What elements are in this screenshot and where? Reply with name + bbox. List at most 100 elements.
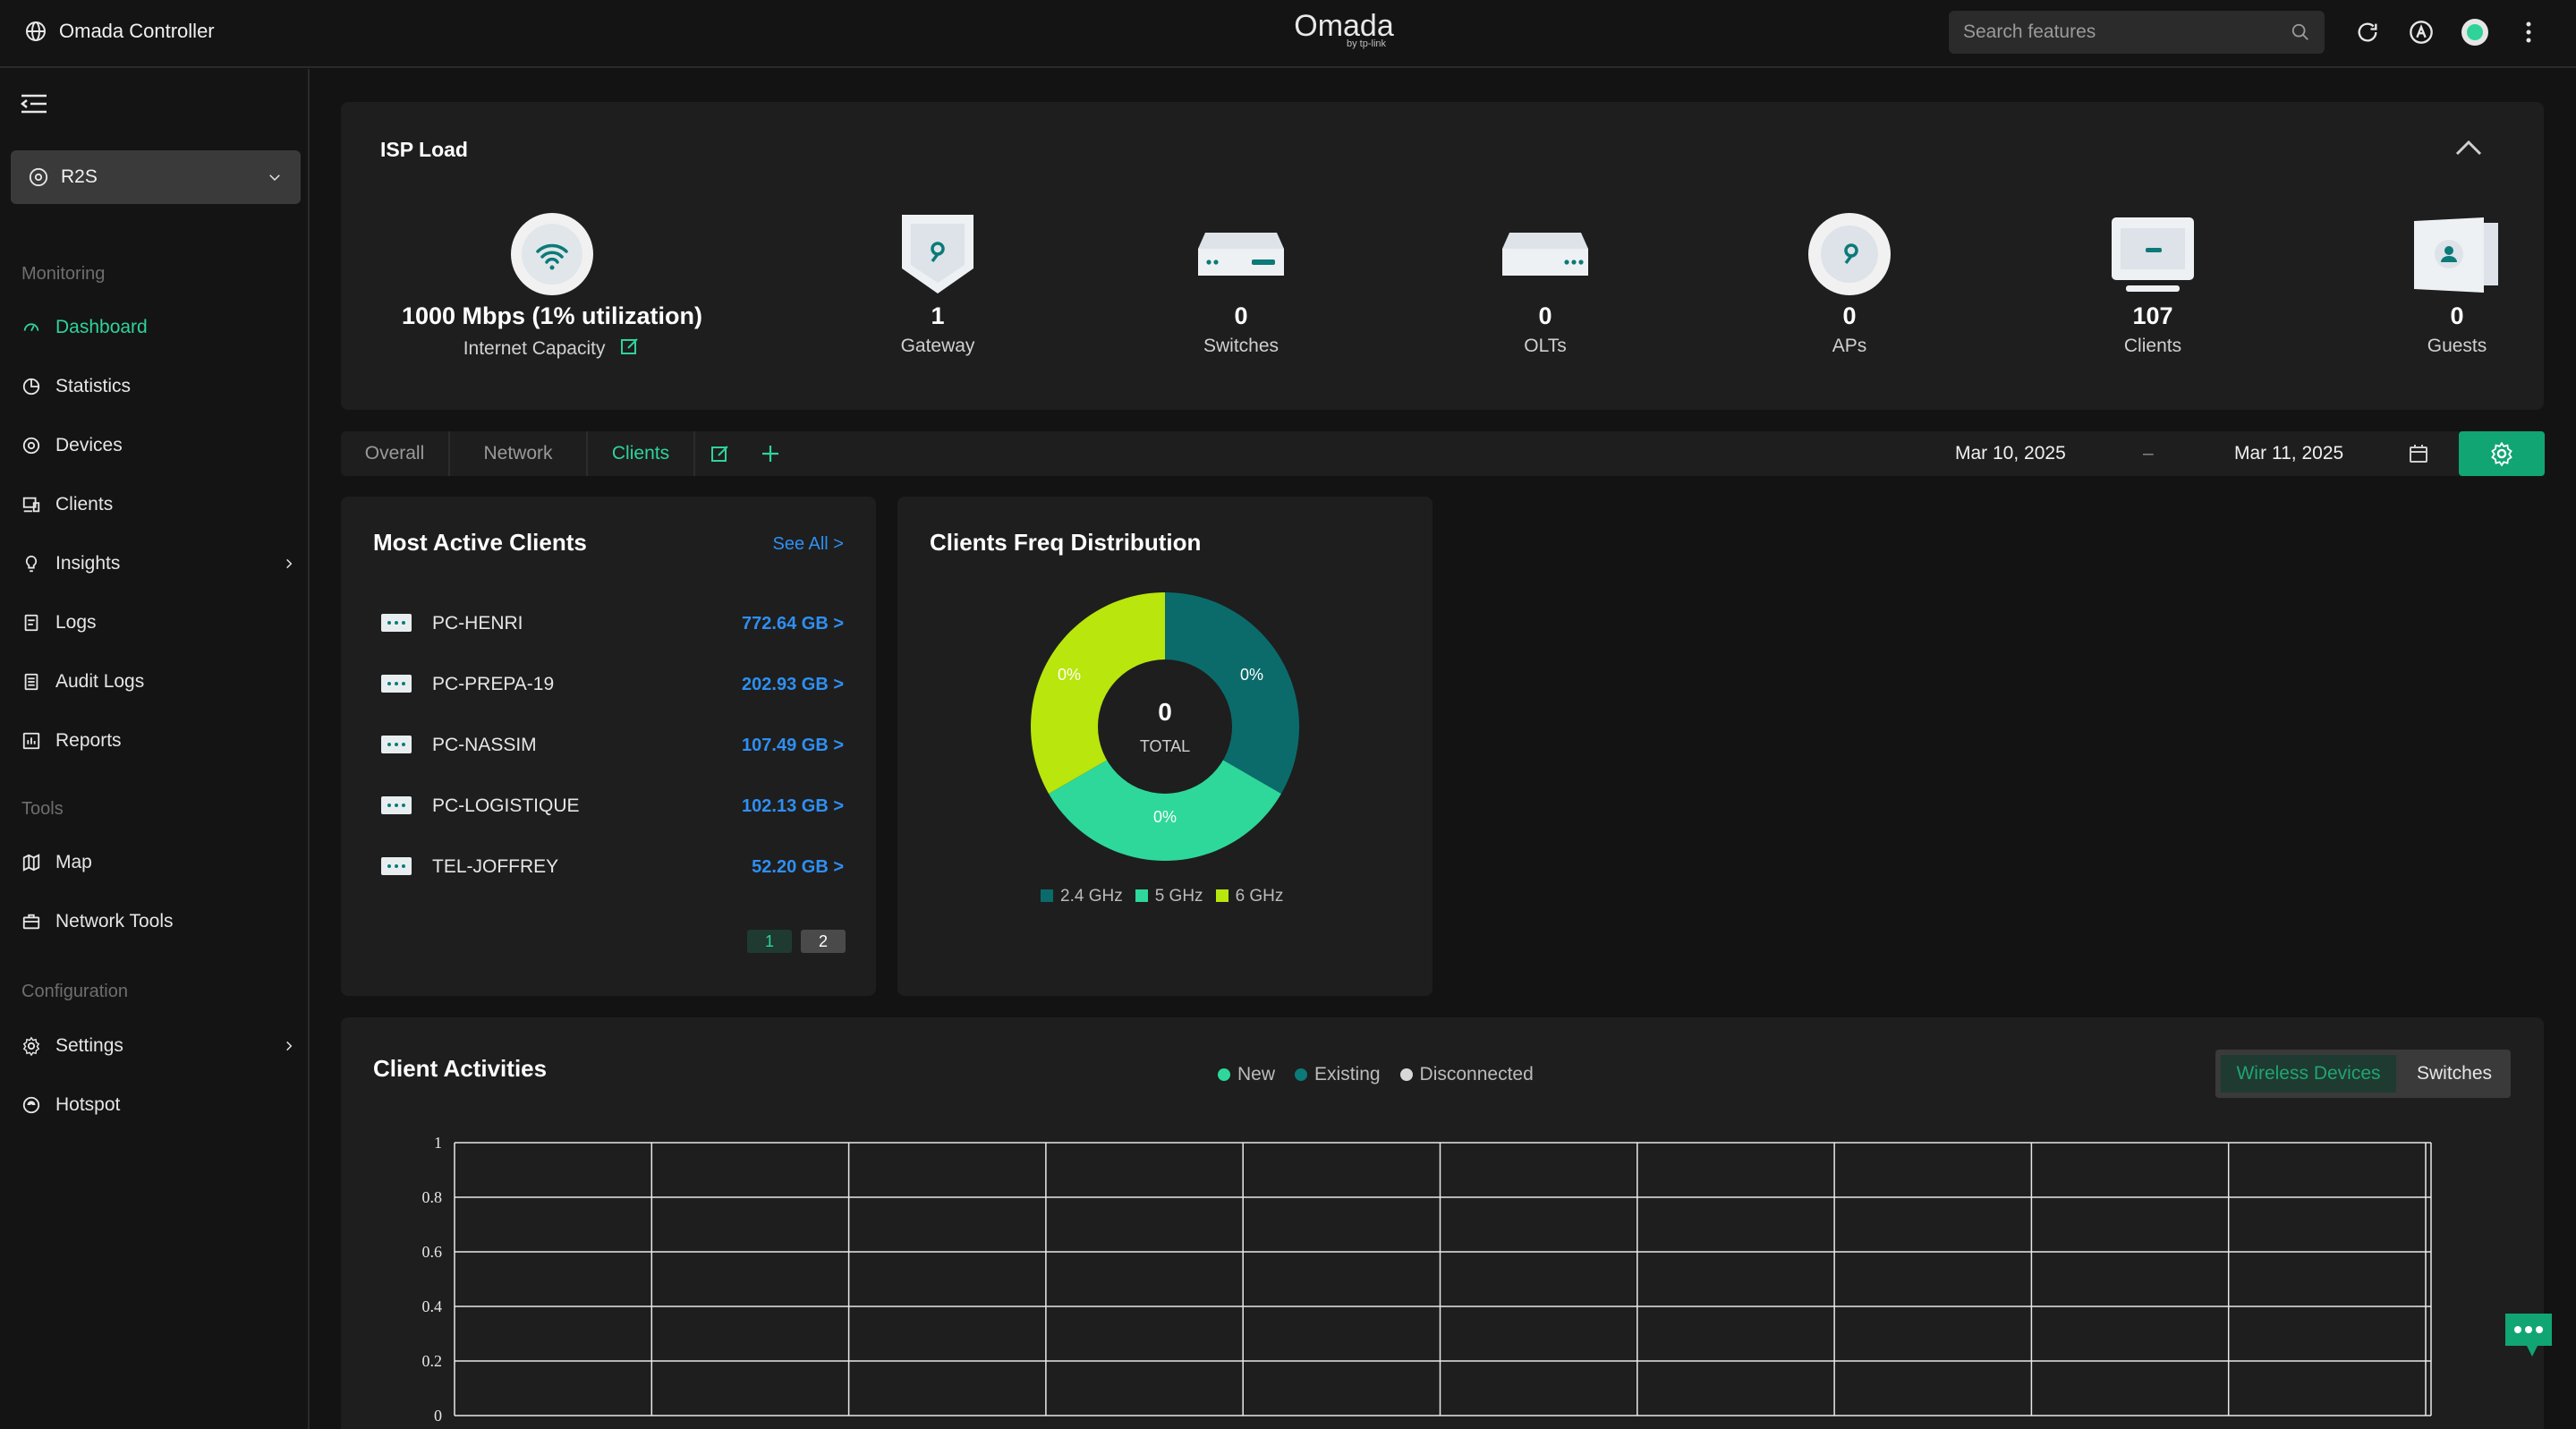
olt-icon [1502,233,1588,276]
site-name: R2S [61,166,98,187]
statistics-icon [22,378,40,396]
gateway-metric[interactable]: 1 Gateway [821,209,1054,357]
client-usage[interactable]: 772.64 GB > [742,614,844,634]
page-2-button[interactable]: 2 [801,930,846,953]
search-input[interactable] [1963,21,2291,43]
clients-freq-card: Clients Freq Distribution 0% 0% 0% 0 TOT… [897,497,1433,996]
sidebar-item-insights[interactable]: Insights [21,546,299,582]
sidebar-item-network-tools[interactable]: Network Tools [21,904,299,940]
guests-metric[interactable]: 0 Guests [2341,209,2573,357]
client-usage[interactable]: 52.20 GB > [752,857,844,878]
sidebar: R2S Monitoring Dashboard Statistics Devi… [0,69,310,1429]
internet-capacity-value: 1000 Mbps (1% utilization) [401,302,703,329]
sidebar-item-devices[interactable]: Devices [21,428,299,464]
y-tick-label: 1 [434,1134,442,1152]
settings-icon [22,1036,40,1056]
olts-metric[interactable]: 0 OLTs [1429,209,1662,357]
location-pin-icon [29,167,48,187]
total-value: 0 [1158,698,1172,726]
sidebar-item-label: Logs [55,612,97,633]
sidebar-item-reports[interactable]: Reports [21,723,299,759]
see-all-link[interactable]: See All > [772,534,844,555]
chevron-down-icon [269,174,280,182]
sidebar-item-logs[interactable]: Logs [21,605,299,641]
legend-label: 6 GHz [1235,887,1284,906]
calendar-icon[interactable] [2408,443,2429,464]
sidebar-item-map[interactable]: Map [21,845,299,880]
client-usage[interactable]: 202.93 GB > [742,675,844,695]
end-date[interactable]: Mar 11, 2025 [2234,443,2343,464]
sidebar-item-settings[interactable]: Settings [21,1028,299,1064]
legend-swatch [1135,889,1148,902]
switches-metric[interactable]: 0 Switches [1125,209,1357,357]
section-tools: Tools [21,799,64,819]
dashboard-settings-button[interactable] [2459,431,2545,476]
sidebar-item-label: Devices [55,435,123,455]
sidebar-item-hotspot[interactable]: Hotspot [21,1087,299,1123]
gateway-count: 1 [931,302,945,329]
edit-tab-icon[interactable] [695,431,745,476]
start-date[interactable]: Mar 10, 2025 [1955,443,2066,464]
tab-overall[interactable]: Overall [341,431,450,476]
total-label: TOTAL [1140,737,1190,755]
sidebar-item-clients[interactable]: Clients [21,487,299,523]
sidebar-item-label: Map [55,852,92,872]
tab-clients[interactable]: Clients [588,431,695,476]
computer-icon [381,857,412,875]
sidebar-item-label: Settings [55,1035,123,1056]
legend-label: 2.4 GHz [1060,887,1123,906]
sidebar-item-statistics[interactable]: Statistics [21,369,299,404]
y-tick-label: 0.8 [422,1188,443,1206]
guest-icon [2414,217,2498,293]
client-activities-card: Client Activities New Existing Disconnec… [341,1017,2544,1429]
computer-icon [381,675,412,693]
list-item[interactable]: PC-HENRI 772.64 GB > [380,606,844,642]
list-item[interactable]: PC-NASSIM 107.49 GB > [380,727,844,763]
legend-item[interactable]: 2.4 GHz [1041,887,1123,906]
legend-item[interactable]: 5 GHz [1135,887,1203,906]
app-store-icon[interactable] [2405,16,2437,48]
computer-client-icon [2112,217,2194,292]
edit-icon[interactable] [619,336,641,357]
isp-load-title: ISP Load [380,138,468,161]
section-configuration: Configuration [21,982,128,1001]
list-item[interactable]: TEL-JOFFREY 52.20 GB > [380,849,844,885]
switch-icon [1198,233,1284,276]
more-menu-icon[interactable] [2512,16,2545,48]
site-selector[interactable]: R2S [11,150,301,204]
clients-metric[interactable]: 107 Clients [2036,209,2269,357]
sidebar-item-label: Statistics [55,376,132,396]
network-tools-icon [22,914,40,930]
y-tick-label: 0.4 [422,1297,443,1315]
list-item[interactable]: PC-PREPA-19 202.93 GB > [380,667,844,702]
aps-metric[interactable]: 0 APs [1733,209,1966,357]
most-active-clients-card: Most Active Clients See All > PC-HENRI 7… [341,497,876,996]
computer-icon [381,614,412,632]
sidebar-item-audit-logs[interactable]: Audit Logs [21,664,299,700]
sidebar-item-label: Audit Logs [55,671,145,692]
refresh-icon[interactable] [2351,16,2384,48]
add-tab-icon[interactable] [745,431,795,476]
sidebar-item-dashboard[interactable]: Dashboard [21,310,299,345]
page-1-button[interactable]: 1 [747,930,792,953]
list-item[interactable]: PC-LOGISTIQUE 102.13 GB > [380,788,844,824]
search-icon[interactable] [2291,22,2310,42]
collapse-sidebar-icon[interactable] [20,92,48,120]
slice-2-4ghz-label: 0% [1240,666,1263,684]
sidebar-item-label: Insights [55,553,121,574]
chevron-up-icon[interactable] [2454,138,2483,162]
search-box[interactable] [1949,11,2325,54]
chat-support-button[interactable] [2502,1310,2555,1365]
freq-donut-chart: 0% 0% 0% 0 TOTAL [1031,592,1299,861]
tab-network[interactable]: Network [450,431,588,476]
dashboard-icon [23,323,39,332]
dashboard-tab-bar: Overall Network Clients Mar 10, 2025 – M… [341,431,2544,476]
client-usage[interactable]: 102.13 GB > [742,796,844,817]
avatar[interactable] [2459,16,2491,48]
freq-legend: 2.4 GHz 5 GHz 6 GHz [1041,887,1283,906]
client-usage[interactable]: 107.49 GB > [742,736,844,756]
y-tick-label: 0.2 [422,1352,443,1370]
logs-icon [24,614,38,632]
olts-count: 0 [1538,302,1552,329]
legend-item[interactable]: 6 GHz [1215,887,1284,906]
